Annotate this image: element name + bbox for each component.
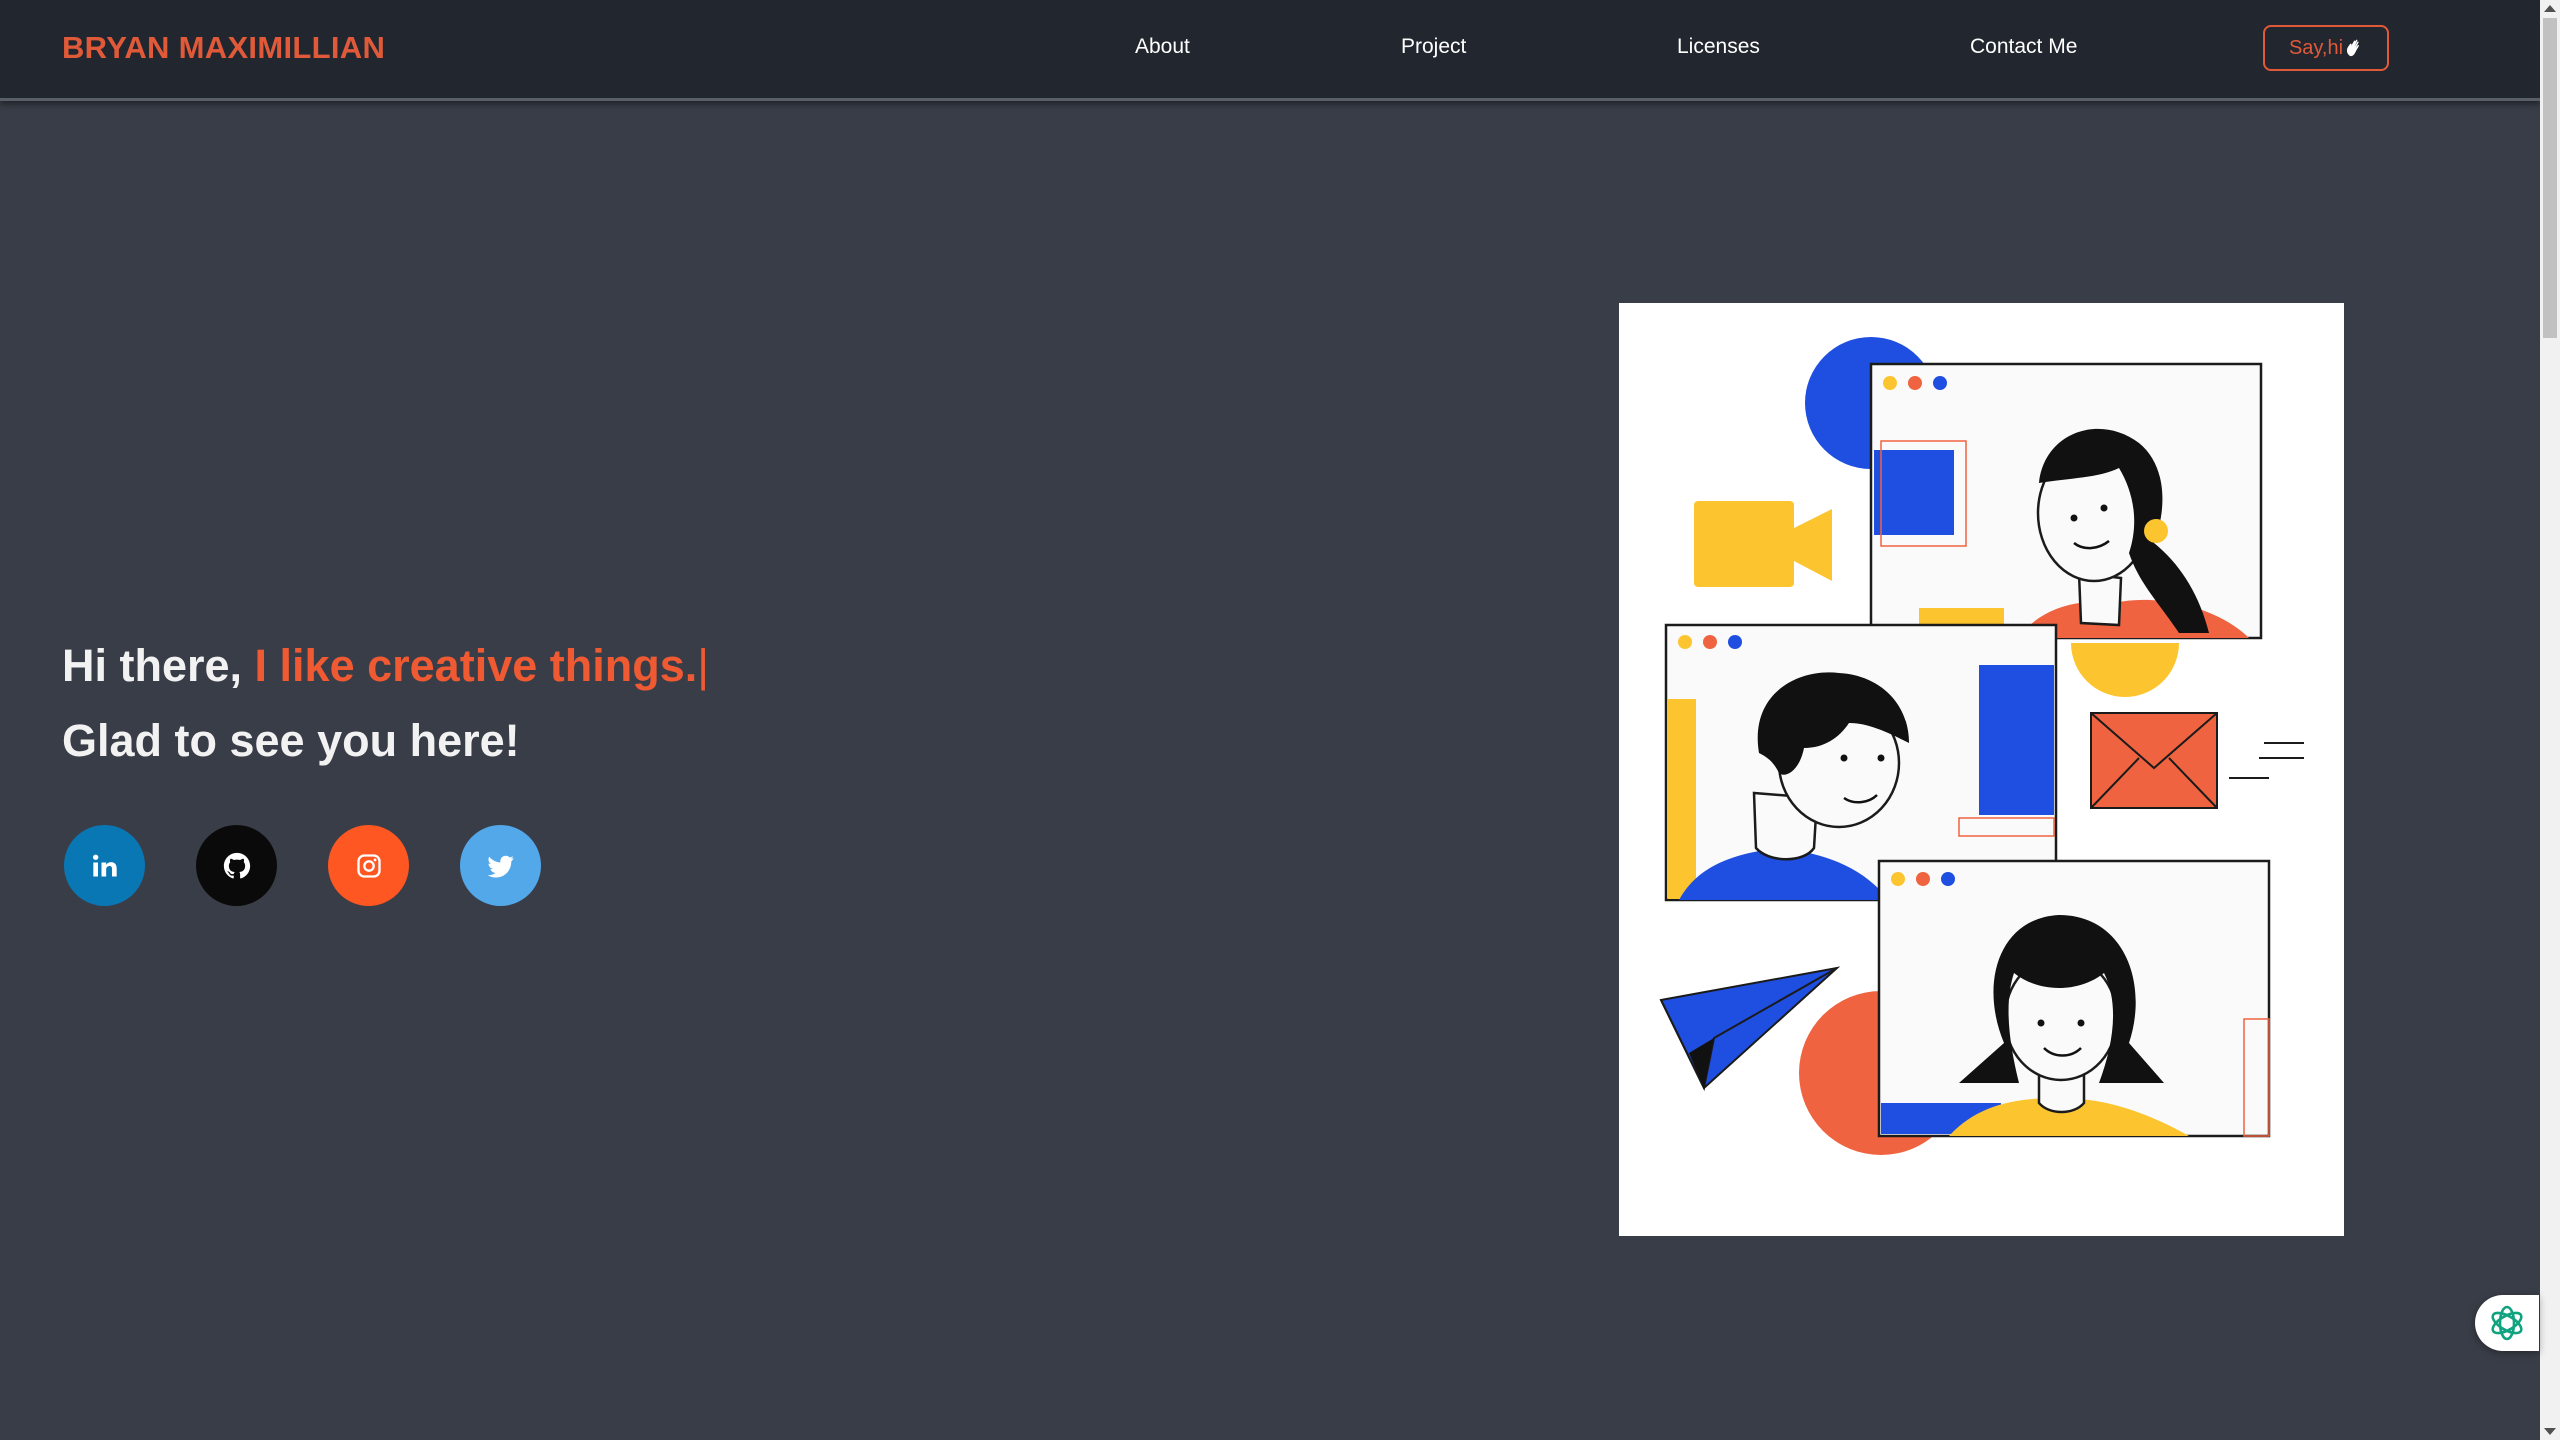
github-button[interactable] bbox=[196, 825, 277, 906]
hero-subtitle: Glad to see you here! bbox=[62, 715, 520, 766]
hero-greeting: Hi there, I like creative things.| bbox=[62, 640, 709, 692]
nav-link-about[interactable]: About bbox=[1135, 35, 1190, 59]
say-hi-label: Say,hi bbox=[2288, 36, 2344, 59]
nav-link-licenses[interactable]: Licenses bbox=[1677, 35, 1760, 59]
instagram-button[interactable] bbox=[328, 825, 409, 906]
scrollbar-thumb[interactable] bbox=[2543, 18, 2557, 338]
hero-greeting-prefix: Hi there, bbox=[62, 640, 255, 691]
linkedin-icon bbox=[92, 854, 117, 876]
waving-hand-icon bbox=[2345, 37, 2363, 60]
twitter-button[interactable] bbox=[460, 825, 541, 906]
github-icon bbox=[223, 852, 250, 878]
twitter-icon bbox=[486, 855, 514, 878]
linkedin-button[interactable] bbox=[64, 825, 145, 906]
hero-typed-text: I like creative things. bbox=[254, 640, 698, 691]
instagram-icon bbox=[356, 853, 381, 878]
say-hi-button[interactable]: Say,hi bbox=[2263, 25, 2389, 71]
nav-link-contact-me[interactable]: Contact Me bbox=[1970, 35, 2077, 59]
typing-cursor: | bbox=[697, 640, 709, 691]
video-call-illustration bbox=[1619, 303, 2344, 1236]
openai-assistant-icon bbox=[2491, 1305, 2523, 1341]
page-scrollbar[interactable] bbox=[2540, 0, 2560, 1440]
scroll-up-arrow-icon[interactable] bbox=[2544, 5, 2556, 12]
navbar: BRYAN MAXIMILLIAN About Project Licenses… bbox=[0, 0, 2540, 101]
assistant-widget-button[interactable] bbox=[2475, 1295, 2539, 1351]
nav-link-project[interactable]: Project bbox=[1401, 35, 1466, 59]
scroll-down-arrow-icon[interactable] bbox=[2544, 1428, 2556, 1435]
brand-logo[interactable]: BRYAN MAXIMILLIAN bbox=[62, 30, 385, 66]
